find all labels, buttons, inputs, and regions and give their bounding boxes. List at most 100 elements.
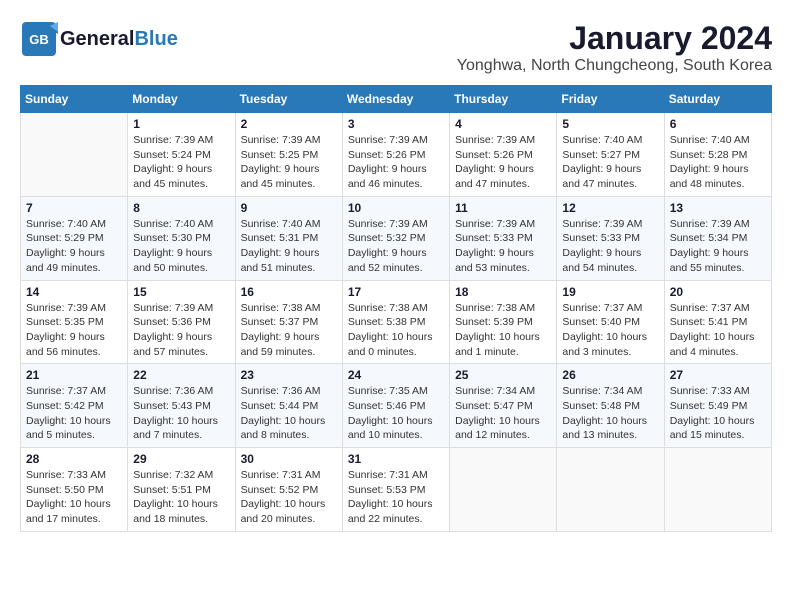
day-number: 28 [26,452,122,466]
day-number: 15 [133,285,229,299]
day-info: Sunrise: 7:31 AMSunset: 5:52 PMDaylight:… [241,468,337,527]
day-info: Sunrise: 7:36 AMSunset: 5:44 PMDaylight:… [241,384,337,443]
day-number: 18 [455,285,551,299]
logo: GB GeneralBlue [20,20,178,58]
day-number: 24 [348,368,444,382]
day-number: 7 [26,201,122,215]
calendar-cell: 26 Sunrise: 7:34 AMSunset: 5:48 PMDayligh… [557,364,664,448]
week-row-1: 1 Sunrise: 7:39 AMSunset: 5:24 PMDaylight… [21,113,772,197]
calendar-cell: 2Sunrise: 7:39 AMSunset: 5:25 PMDaylight… [235,113,342,197]
day-info: Sunrise: 7:39 AMSunset: 5:33 PMDaylight:… [562,217,658,276]
day-info: Sunrise: 7:37 AMSunset: 5:42 PMDaylight:… [26,384,122,443]
day-info: Sunrise: 7:31 AMSunset: 5:53 PMDaylight:… [348,468,444,527]
day-info: Sunrise: 7:39 AMSunset: 5:36 PMDaylight:… [133,301,229,360]
month-title: January 2024 [457,20,772,57]
day-info: Sunrise: 7:39 AMSunset: 5:24 PMDaylight:… [133,133,229,192]
day-info: Sunrise: 7:39 AMSunset: 5:26 PMDaylight:… [348,133,444,192]
day-header-thursday: Thursday [450,86,557,113]
day-info: Sunrise: 7:40 AMSunset: 5:29 PMDaylight:… [26,217,122,276]
day-number: 12 [562,201,658,215]
calendar-cell: 28 Sunrise: 7:33 AMSunset: 5:50 PMDayligh… [21,448,128,532]
day-info: Sunrise: 7:32 AMSunset: 5:51 PMDaylight:… [133,468,229,527]
day-number: 19 [562,285,658,299]
week-row-2: 7 Sunrise: 7:40 AMSunset: 5:29 PMDaylight… [21,196,772,280]
day-header-tuesday: Tuesday [235,86,342,113]
calendar-cell: 8Sunrise: 7:40 AMSunset: 5:30 PMDaylight… [128,196,235,280]
day-number: 20 [670,285,766,299]
day-header-saturday: Saturday [664,86,771,113]
day-number: 16 [241,285,337,299]
calendar-cell: 3 Sunrise: 7:39 AMSunset: 5:26 PMDaylight… [342,113,449,197]
calendar-cell: 21 Sunrise: 7:37 AMSunset: 5:42 PMDayligh… [21,364,128,448]
day-number: 22 [133,368,229,382]
calendar-cell: 12 Sunrise: 7:39 AMSunset: 5:33 PMDayligh… [557,196,664,280]
svg-text:GB: GB [29,32,49,47]
week-row-4: 21 Sunrise: 7:37 AMSunset: 5:42 PMDayligh… [21,364,772,448]
day-number: 13 [670,201,766,215]
calendar-cell: 11Sunrise: 7:39 AMSunset: 5:33 PMDayligh… [450,196,557,280]
calendar-header: SundayMondayTuesdayWednesdayThursdayFrid… [21,86,772,113]
day-info: Sunrise: 7:40 AMSunset: 5:28 PMDaylight:… [670,133,766,192]
calendar-cell: 27Sunrise: 7:33 AMSunset: 5:49 PMDayligh… [664,364,771,448]
title-section: January 2024 Yonghwa, North Chungcheong,… [457,20,772,75]
day-info: Sunrise: 7:39 AMSunset: 5:32 PMDaylight:… [348,217,444,276]
calendar-cell: 30 Sunrise: 7:31 AMSunset: 5:52 PMDayligh… [235,448,342,532]
day-info: Sunrise: 7:39 AMSunset: 5:35 PMDaylight:… [26,301,122,360]
day-number: 26 [562,368,658,382]
day-number: 1 [133,117,229,131]
day-info: Sunrise: 7:38 AMSunset: 5:38 PMDaylight:… [348,301,444,360]
calendar-table: SundayMondayTuesdayWednesdayThursdayFrid… [20,85,772,532]
day-header-sunday: Sunday [21,86,128,113]
day-info: Sunrise: 7:36 AMSunset: 5:43 PMDaylight:… [133,384,229,443]
calendar-cell: 6 Sunrise: 7:40 AMSunset: 5:28 PMDaylight… [664,113,771,197]
day-number: 21 [26,368,122,382]
calendar-cell: 1 Sunrise: 7:39 AMSunset: 5:24 PMDaylight… [128,113,235,197]
calendar-cell [664,448,771,532]
calendar-cell: 4Sunrise: 7:39 AMSunset: 5:26 PMDaylight… [450,113,557,197]
day-info: Sunrise: 7:34 AMSunset: 5:48 PMDaylight:… [562,384,658,443]
day-number: 30 [241,452,337,466]
day-info: Sunrise: 7:33 AMSunset: 5:50 PMDaylight:… [26,468,122,527]
day-info: Sunrise: 7:40 AMSunset: 5:27 PMDaylight:… [562,133,658,192]
calendar-cell: 14 Sunrise: 7:39 AMSunset: 5:35 PMDayligh… [21,280,128,364]
day-number: 5 [562,117,658,131]
logo-icon: GB [20,20,58,58]
calendar-cell: 13 Sunrise: 7:39 AMSunset: 5:34 PMDayligh… [664,196,771,280]
calendar-cell: 18 Sunrise: 7:38 AMSunset: 5:39 PMDayligh… [450,280,557,364]
location-title: Yonghwa, North Chungcheong, South Korea [457,57,772,75]
day-number: 14 [26,285,122,299]
day-info: Sunrise: 7:38 AMSunset: 5:39 PMDaylight:… [455,301,551,360]
day-number: 4 [455,117,551,131]
day-info: Sunrise: 7:35 AMSunset: 5:46 PMDaylight:… [348,384,444,443]
day-number: 2 [241,117,337,131]
calendar-cell: 25 Sunrise: 7:34 AMSunset: 5:47 PMDayligh… [450,364,557,448]
calendar-cell: 17 Sunrise: 7:38 AMSunset: 5:38 PMDayligh… [342,280,449,364]
calendar-cell: 5 Sunrise: 7:40 AMSunset: 5:27 PMDaylight… [557,113,664,197]
calendar-cell: 19 Sunrise: 7:37 AMSunset: 5:40 PMDayligh… [557,280,664,364]
day-info: Sunrise: 7:34 AMSunset: 5:47 PMDaylight:… [455,384,551,443]
day-number: 17 [348,285,444,299]
day-number: 10 [348,201,444,215]
day-number: 6 [670,117,766,131]
calendar-cell: 9Sunrise: 7:40 AMSunset: 5:31 PMDaylight… [235,196,342,280]
day-number: 3 [348,117,444,131]
day-info: Sunrise: 7:37 AMSunset: 5:40 PMDaylight:… [562,301,658,360]
day-number: 29 [133,452,229,466]
day-info: Sunrise: 7:40 AMSunset: 5:31 PMDaylight:… [241,217,337,276]
week-row-5: 28 Sunrise: 7:33 AMSunset: 5:50 PMDayligh… [21,448,772,532]
calendar-cell: 22 Sunrise: 7:36 AMSunset: 5:43 PMDayligh… [128,364,235,448]
calendar-cell: 16 Sunrise: 7:38 AMSunset: 5:37 PMDayligh… [235,280,342,364]
logo-general: General [60,28,134,50]
day-header-wednesday: Wednesday [342,86,449,113]
logo-blue: Blue [134,28,177,50]
day-number: 25 [455,368,551,382]
day-number: 23 [241,368,337,382]
calendar-cell [21,113,128,197]
calendar-cell [450,448,557,532]
calendar-cell: 24 Sunrise: 7:35 AMSunset: 5:46 PMDayligh… [342,364,449,448]
day-info: Sunrise: 7:39 AMSunset: 5:34 PMDaylight:… [670,217,766,276]
calendar-cell [557,448,664,532]
week-row-3: 14 Sunrise: 7:39 AMSunset: 5:35 PMDayligh… [21,280,772,364]
day-info: Sunrise: 7:37 AMSunset: 5:41 PMDaylight:… [670,301,766,360]
day-info: Sunrise: 7:38 AMSunset: 5:37 PMDaylight:… [241,301,337,360]
